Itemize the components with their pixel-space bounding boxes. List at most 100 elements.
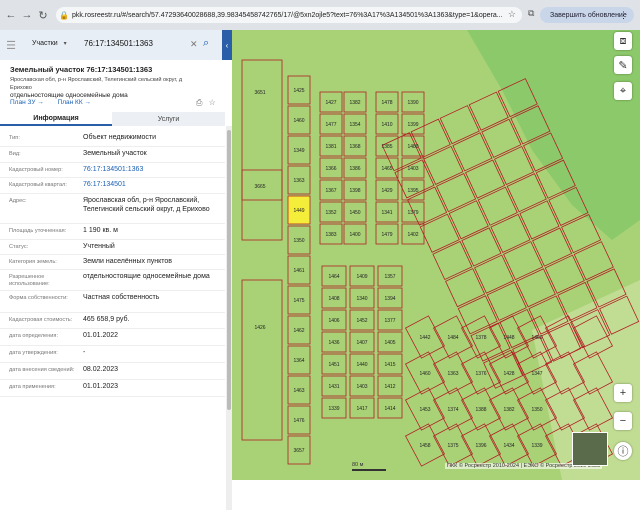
property-row: дата определения: 01.01.2022 <box>0 328 225 346</box>
property-value: 465 658,9 руб. <box>83 316 130 323</box>
lock-icon: 🔒 <box>59 10 69 20</box>
parcel-label: 1383 <box>325 232 336 238</box>
search-input[interactable]: 76:17:134501:1363 <box>84 39 153 48</box>
parcel-label: 1484 <box>447 335 458 341</box>
parcel-label: 1407 <box>356 340 367 346</box>
forward-icon[interactable]: → <box>20 8 34 22</box>
parcel[interactable] <box>486 281 527 321</box>
parcel[interactable] <box>465 159 506 199</box>
tab-info[interactable]: Информация <box>0 112 112 126</box>
property-row: Форма собственности: Частная собственност… <box>0 290 225 313</box>
tab-services[interactable]: Услуги <box>112 112 225 126</box>
parcel-large[interactable] <box>241 169 283 241</box>
parcel-label: 1390 <box>407 100 418 106</box>
back-icon[interactable]: ← <box>4 8 18 22</box>
parcel-label: 1377 <box>384 318 395 324</box>
parcel[interactable] <box>532 227 573 267</box>
search-type-select[interactable]: Участки ▾ <box>32 40 67 47</box>
print-icon[interactable]: ⎙ <box>196 98 202 107</box>
parcel-label: 1388 <box>475 407 486 413</box>
minimap[interactable] <box>572 432 608 466</box>
parcel-label: 1395 <box>407 188 418 194</box>
parcel-label: 1378 <box>475 335 486 341</box>
parcel-label: 1386 <box>349 166 360 172</box>
parcel[interactable] <box>481 118 522 158</box>
parcel[interactable] <box>445 268 486 308</box>
parcel-label: 1400 <box>349 232 360 238</box>
parcel[interactable] <box>544 254 585 294</box>
parcel-label: 1381 <box>325 144 336 150</box>
parcel[interactable] <box>436 173 477 213</box>
search-icon[interactable]: ⌕ <box>203 37 209 50</box>
parcel-label: 1350 <box>531 407 542 413</box>
parcel[interactable] <box>439 105 480 145</box>
address-bar[interactable]: 🔒 pkk.rosreestr.ru/#/search/57.472936400… <box>56 7 522 23</box>
property-value: Ярославская обл, р-н Ярославский, Телеги… <box>83 197 210 213</box>
menu-dots-icon[interactable]: ⋮ <box>619 10 628 21</box>
reload-icon[interactable]: ↻ <box>36 8 50 22</box>
layers-icon[interactable]: ⧈ <box>614 32 632 50</box>
parcel[interactable] <box>448 200 489 240</box>
parcel-label: 1415 <box>384 362 395 368</box>
parcel[interactable] <box>490 213 531 253</box>
parcel-label: 1451 <box>328 362 339 368</box>
parcel[interactable] <box>503 241 544 281</box>
parcel-label: 1403 <box>407 166 418 172</box>
parcel[interactable] <box>477 186 518 226</box>
cadastral-map[interactable]: 3651 1425 1460 1349 1363 1449 1350 1461 1475 1462… <box>232 30 640 480</box>
parcel[interactable] <box>515 268 556 308</box>
parcel-label: 1347 <box>531 371 542 377</box>
location-icon[interactable]: ⌖ <box>614 82 632 100</box>
parcel-label: 1462 <box>293 328 304 334</box>
hamburger-icon[interactable]: ☰ <box>0 39 22 52</box>
parcel[interactable] <box>423 145 464 185</box>
parcel[interactable] <box>483 349 524 389</box>
property-key: Форма собственности: <box>9 295 68 301</box>
ruler-icon[interactable]: ✎ <box>614 56 632 74</box>
parcel-label: 1364 <box>293 358 304 364</box>
property-value[interactable]: 76:17:134501 <box>83 180 223 189</box>
plan-zu-link[interactable]: План ЗУ → <box>10 99 44 106</box>
map-canvas[interactable]: 3651 1425 1460 1349 1363 1449 1350 1461 1475 1462… <box>232 30 640 480</box>
property-value[interactable]: 76:17:134501:1363 <box>83 165 223 174</box>
parcel-label: 1469 <box>531 335 542 341</box>
zoom-out-button[interactable]: − <box>614 412 632 430</box>
property-key: Кадастровый номер: <box>9 167 63 173</box>
object-address-line: Ярославская обл, р-н Ярославский, Телеги… <box>10 77 183 91</box>
object-title: Земельный участок 76:17:134501:1363 <box>10 65 153 74</box>
property-value: 08.02.2023 <box>83 366 119 373</box>
parcel[interactable] <box>519 200 560 240</box>
plan-kk-link[interactable]: План КК → <box>58 99 91 106</box>
update-button[interactable]: Завершить обновление ⋮ <box>540 7 634 23</box>
extensions-icon[interactable]: ⧉ <box>528 8 534 19</box>
parcel-label: 1480 <box>407 144 418 150</box>
bookmark-star-icon[interactable]: ☆ <box>508 9 516 20</box>
object-actions: ⎙ ☆ <box>192 98 216 108</box>
parcel-label: 1399 <box>407 122 418 128</box>
property-key: Кадастровый квартал: <box>9 182 67 188</box>
property-key: дата применения: <box>9 384 56 390</box>
zoom-in-button[interactable]: + <box>614 384 632 402</box>
clear-icon[interactable]: ✕ <box>190 39 198 50</box>
info-icon[interactable]: ⓘ <box>614 442 632 460</box>
parcel-label: 1385 <box>381 144 392 150</box>
parcel[interactable] <box>432 240 473 281</box>
favorite-star-icon[interactable]: ☆ <box>209 98 216 107</box>
parcel-label: 1448 <box>503 335 514 341</box>
parcel-label: 1403 <box>356 384 367 390</box>
parcel[interactable] <box>461 227 502 267</box>
parcel-large[interactable] <box>241 279 283 441</box>
property-row: Адрес: Ярославская обл, р-н Ярославский, … <box>0 193 225 224</box>
parcel[interactable] <box>506 173 547 213</box>
parcel[interactable] <box>474 254 515 294</box>
parcel-large[interactable] <box>241 59 283 201</box>
parcel[interactable] <box>494 145 535 186</box>
collapse-panel-icon[interactable]: ‹ <box>222 30 232 60</box>
parcel-label: 1427 <box>325 100 336 106</box>
parcel-label: 1382 <box>503 407 514 413</box>
parcel[interactable] <box>573 241 614 281</box>
scrollbar-thumb[interactable] <box>227 130 231 410</box>
parcel[interactable] <box>452 132 493 172</box>
parcel[interactable] <box>468 91 509 131</box>
parcel[interactable] <box>419 213 460 253</box>
